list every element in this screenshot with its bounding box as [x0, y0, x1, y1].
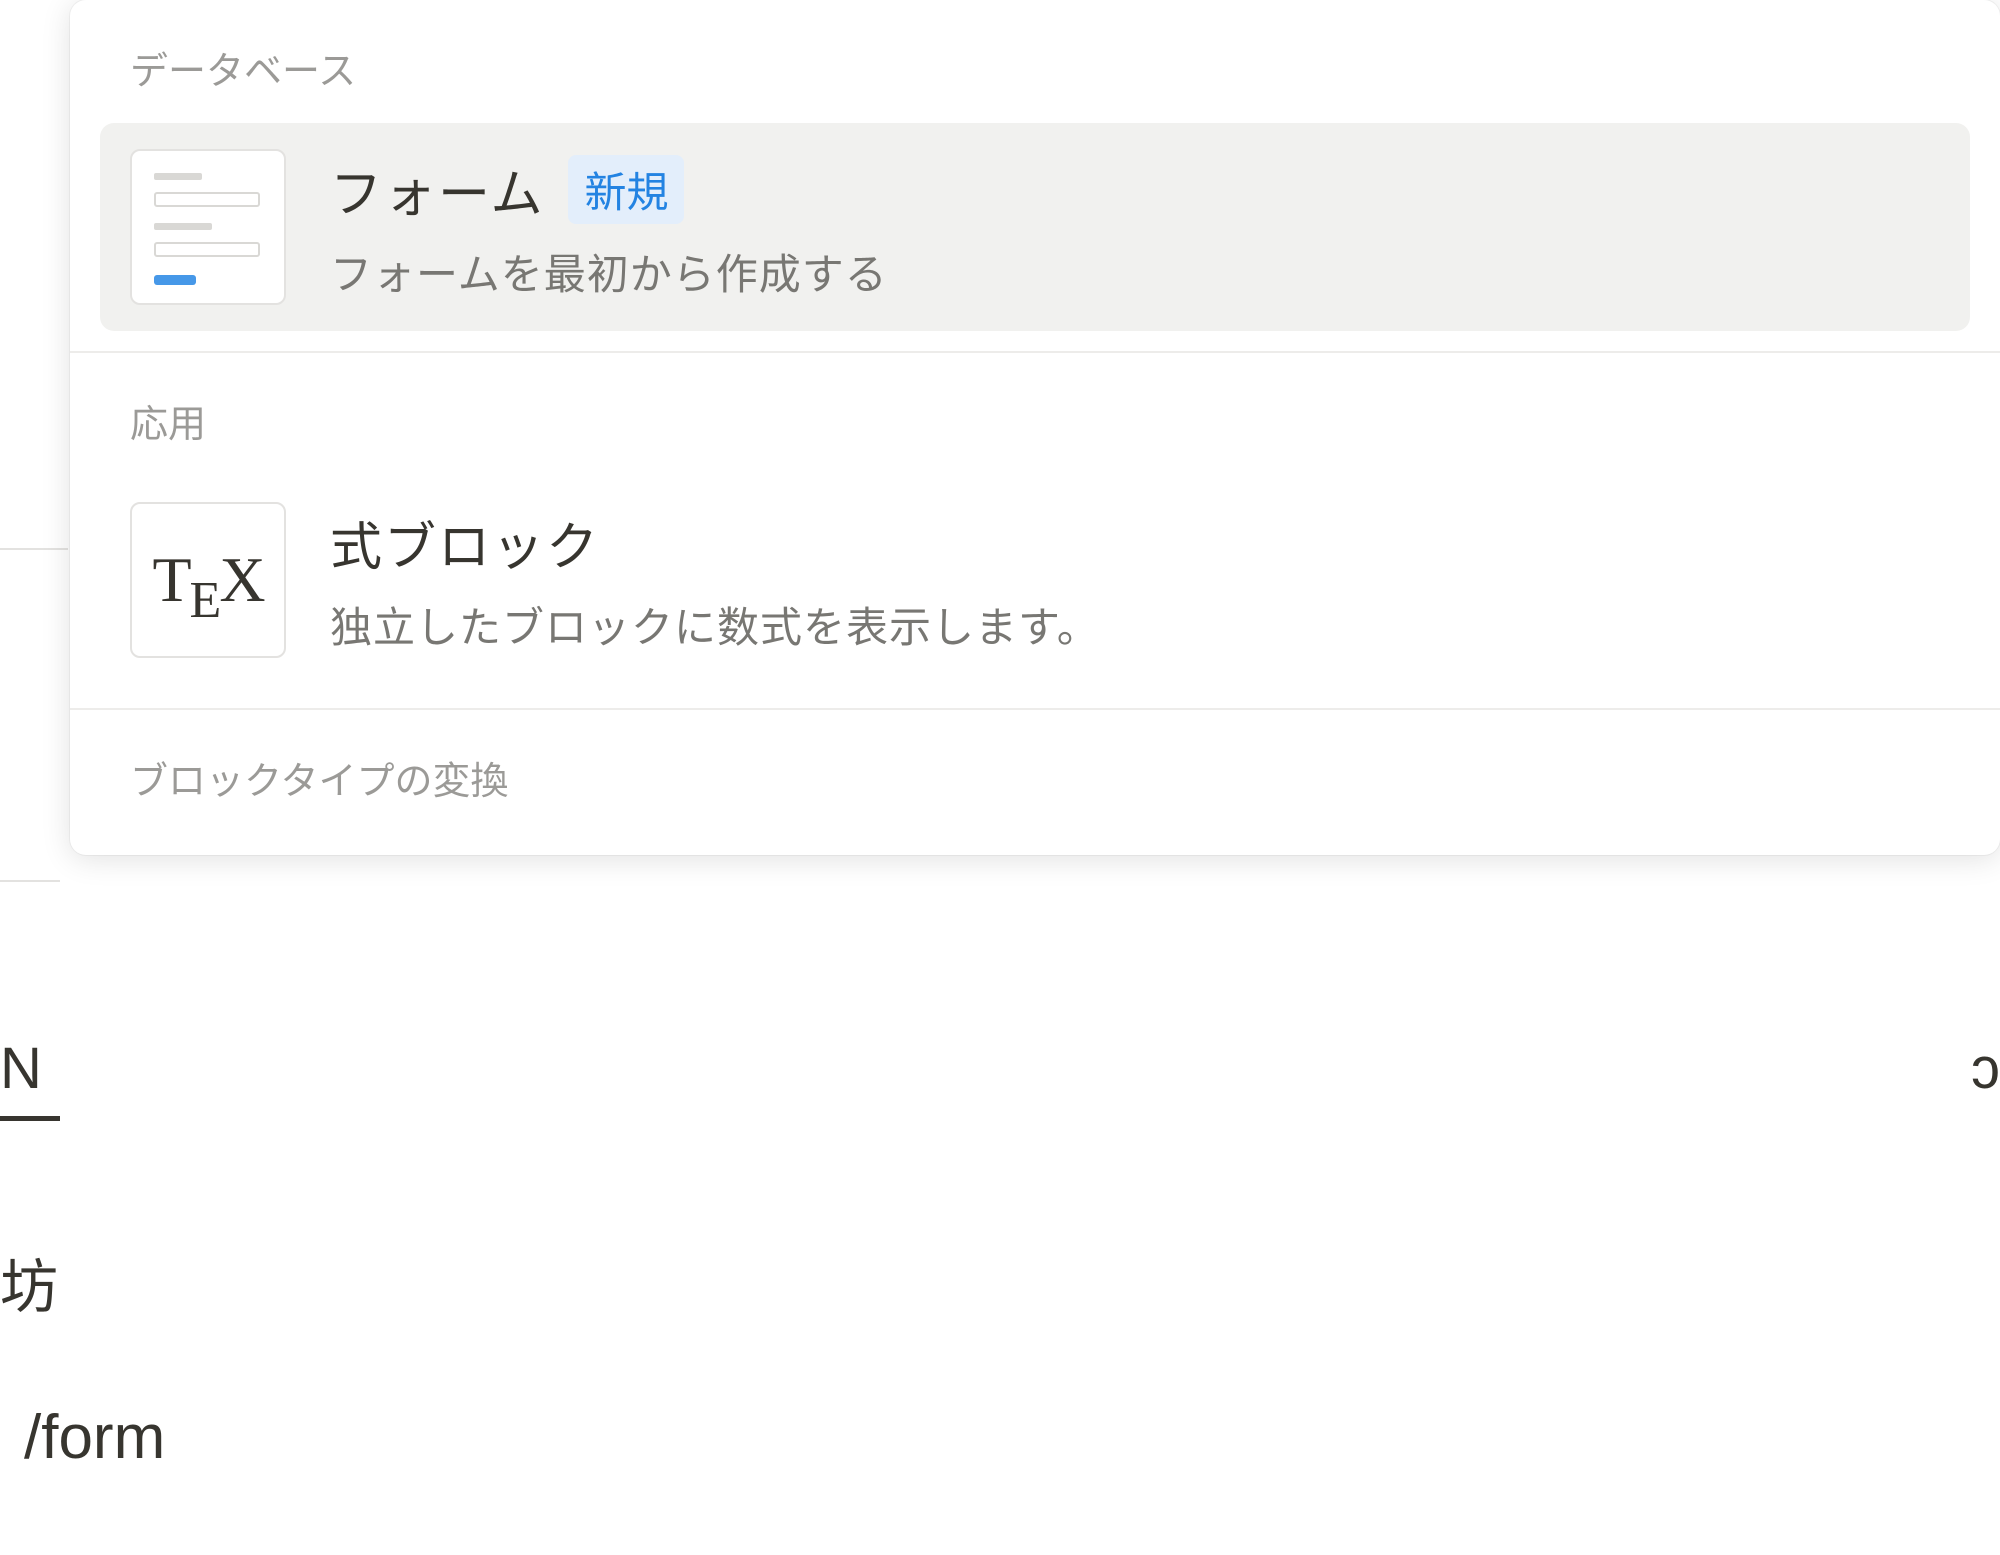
- background-divider: [0, 880, 60, 882]
- section-label-advanced: 応用: [70, 353, 2000, 476]
- menu-item-text: 式ブロック 独立したブロックに数式を表示します。: [330, 505, 1100, 655]
- tex-icon: TEX: [130, 502, 286, 658]
- background-char: 坊: [0, 1240, 58, 1324]
- background-char: N: [0, 1035, 42, 1102]
- menu-item-description: フォームを最初から作成する: [330, 241, 888, 302]
- menu-item-equation-block[interactable]: TEX 式ブロック 独立したブロックに数式を表示します。: [100, 476, 1970, 684]
- background-emoji-fragment: [0, 680, 40, 736]
- menu-item-form[interactable]: フォーム 新規 フォームを最初から作成する: [100, 123, 1970, 331]
- slash-command-input[interactable]: /form: [24, 1402, 165, 1473]
- menu-item-title: 式ブロック: [330, 505, 600, 580]
- background-divider: [0, 548, 68, 550]
- menu-item-description: 独立したブロックに数式を表示します。: [330, 594, 1100, 655]
- background-char: ɔ: [1971, 1035, 2000, 1102]
- new-badge: 新規: [568, 155, 684, 224]
- section-label-database: データベース: [70, 0, 2000, 123]
- block-picker-popup: データベース フォーム 新規 フォームを最初から作成する 応用 TEX: [70, 0, 2000, 855]
- form-icon: [130, 149, 286, 305]
- menu-item-title: フォーム: [330, 152, 544, 227]
- menu-item-text: フォーム 新規 フォームを最初から作成する: [330, 152, 888, 302]
- section-label-transform: ブロックタイプの変換: [70, 710, 2000, 855]
- background-underline: [0, 1116, 60, 1121]
